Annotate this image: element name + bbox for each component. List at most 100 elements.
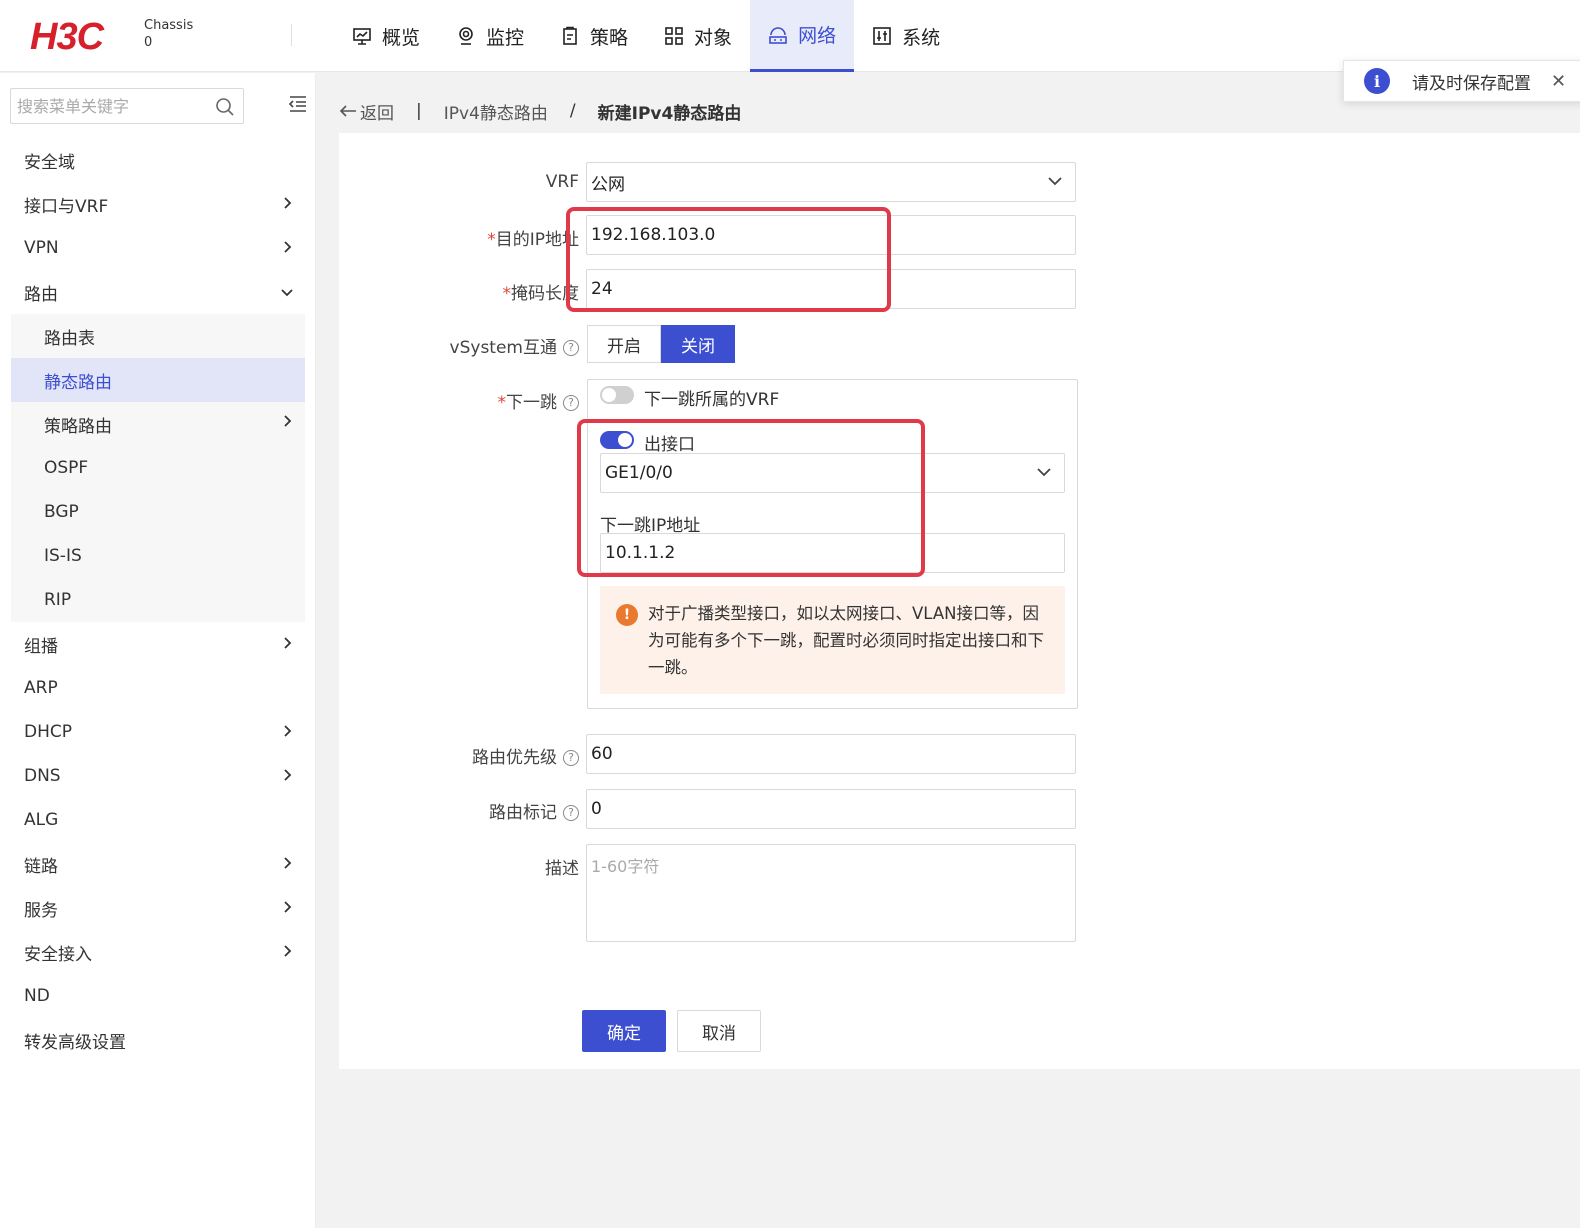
sidebar-item-dhcp[interactable]: DHCP xyxy=(0,710,316,754)
sidebar-item-security-zone[interactable]: 安全域 xyxy=(0,138,316,182)
sidebar-item-routing-table[interactable]: 路由表 xyxy=(11,314,305,358)
sidebar-item-multicast[interactable]: 组播 xyxy=(0,622,316,666)
nexthop-config-box: 下一跳所属的VRF 出接口 GE1/0/0 下一跳IP地址 10.1.1.2 !… xyxy=(587,379,1078,709)
sidebar-item-interface-vrf[interactable]: 接口与VRF xyxy=(0,182,316,226)
menu-search-input[interactable] xyxy=(11,89,206,123)
nexthop-vrf-switch[interactable] xyxy=(600,386,634,404)
sidebar-item-label: VPN xyxy=(24,238,59,258)
route-tag-input[interactable]: 0 xyxy=(586,789,1076,829)
sidebar-item-forwarding-advanced[interactable]: 转发高级设置 xyxy=(0,1018,316,1062)
sidebar: 安全域 接口与VRF VPN 路由 路由表 静态路由 策略路由 OSPF BGP… xyxy=(0,73,316,1228)
priority-label: 路由优先级? xyxy=(339,743,579,768)
mask-value: 24 xyxy=(591,279,613,299)
nav-system-label: 系统 xyxy=(902,26,941,49)
nav-policy[interactable]: 策略 xyxy=(542,0,646,72)
vrf-select-value: 公网 xyxy=(591,174,625,195)
nav-object[interactable]: 对象 xyxy=(646,0,750,72)
chevron-right-icon xyxy=(284,197,292,209)
sidebar-item-dns[interactable]: DNS xyxy=(0,754,316,798)
warning-notice: ! 对于广播类型接口，如以太网接口、VLAN接口等，因为可能有多个下一跳，配置时… xyxy=(600,586,1065,694)
breadcrumb-current: 新建IPv4静态路由 xyxy=(597,103,742,124)
sidebar-item-ospf[interactable]: OSPF xyxy=(11,446,305,490)
sidebar-item-routing[interactable]: 路由 xyxy=(0,270,316,314)
chevron-right-icon xyxy=(284,901,292,913)
vsystem-label-text: vSystem互通 xyxy=(449,338,557,358)
sidebar-item-rip[interactable]: RIP xyxy=(11,578,305,622)
sidebar-item-label: DNS xyxy=(24,766,61,786)
help-icon[interactable]: ? xyxy=(563,750,579,766)
nav-object-label: 对象 xyxy=(694,26,733,49)
required-mark: * xyxy=(502,284,512,304)
nav-monitor[interactable]: 监控 xyxy=(438,0,542,72)
tag-value: 0 xyxy=(591,799,602,819)
dest-ip-value: 192.168.103.0 xyxy=(591,225,716,245)
chassis-label: Chassis xyxy=(144,18,194,33)
out-interface-value: GE1/0/0 xyxy=(605,463,673,483)
out-interface-select[interactable]: GE1/0/0 xyxy=(600,453,1065,493)
sidebar-item-label: ND xyxy=(24,986,50,1006)
sidebar-item-is-is[interactable]: IS-IS xyxy=(11,534,305,578)
sidebar-item-label: 组播 xyxy=(24,636,58,657)
help-icon[interactable]: ? xyxy=(563,805,579,821)
sidebar-item-bgp[interactable]: BGP xyxy=(11,490,305,534)
vsystem-toggle-group: 开启 关闭 xyxy=(587,325,735,363)
sidebar-item-nd[interactable]: ND xyxy=(0,974,316,1018)
dest-ip-label-text: 目的IP地址 xyxy=(495,230,579,250)
nexthop-ip-input[interactable]: 10.1.1.2 xyxy=(600,533,1065,573)
nav-overview[interactable]: 概览 xyxy=(334,0,438,72)
chevron-right-icon xyxy=(284,725,292,737)
collapse-menu-icon[interactable] xyxy=(288,95,308,118)
mask-label-text: 掩码长度 xyxy=(511,284,579,304)
h3c-logo: H3C xyxy=(30,16,104,58)
help-icon[interactable]: ? xyxy=(563,395,579,411)
sidebar-item-vpn[interactable]: VPN xyxy=(0,226,316,270)
sidebar-item-service[interactable]: 服务 xyxy=(0,886,316,930)
sidebar-item-label: RIP xyxy=(44,590,72,610)
vrf-select[interactable]: 公网 xyxy=(586,162,1076,202)
sidebar-item-label: IS-IS xyxy=(44,546,82,566)
priority-label-text: 路由优先级 xyxy=(472,748,557,768)
vsystem-off-button[interactable]: 关闭 xyxy=(661,325,735,363)
mask-length-input[interactable]: 24 xyxy=(586,269,1076,309)
sidebar-item-link[interactable]: 链路 xyxy=(0,842,316,886)
out-interface-switch[interactable] xyxy=(600,431,634,449)
sidebar-item-label: OSPF xyxy=(44,458,89,478)
close-icon[interactable]: ✕ xyxy=(1551,71,1566,92)
grid-icon xyxy=(664,26,684,46)
system-icon xyxy=(872,26,892,46)
nav-system[interactable]: 系统 xyxy=(854,0,958,72)
save-reminder-toast: i 请及时保存配置 ✕ xyxy=(1343,60,1580,102)
sidebar-item-arp[interactable]: ARP xyxy=(0,666,316,710)
priority-input[interactable]: 60 xyxy=(586,734,1076,774)
chevron-right-icon xyxy=(284,241,292,253)
breadcrumb-parent[interactable]: IPv4静态路由 xyxy=(444,99,548,124)
sidebar-menu: 安全域 接口与VRF VPN 路由 路由表 静态路由 策略路由 OSPF BGP… xyxy=(0,138,316,1062)
warning-icon: ! xyxy=(616,604,638,626)
vsystem-on-button[interactable]: 开启 xyxy=(587,325,661,363)
chevron-right-icon xyxy=(284,769,292,781)
help-icon[interactable]: ? xyxy=(563,340,579,356)
description-field xyxy=(586,844,1076,942)
dest-ip-input[interactable]: 192.168.103.0 xyxy=(586,215,1076,255)
ok-button[interactable]: 确定 xyxy=(582,1010,666,1052)
description-textarea[interactable] xyxy=(587,845,1075,941)
mask-label: *掩码长度 xyxy=(339,279,580,304)
nexthop-vrf-switch-label: 下一跳所属的VRF xyxy=(644,390,780,410)
sidebar-item-policy-routing[interactable]: 策略路由 xyxy=(11,402,305,446)
dest-ip-label: *目的IP地址 xyxy=(339,225,579,250)
nexthop-ip-value: 10.1.1.2 xyxy=(605,543,676,563)
sidebar-item-secure-access[interactable]: 安全接入 xyxy=(0,930,316,974)
sidebar-item-static-routing[interactable]: 静态路由 xyxy=(11,358,305,402)
sidebar-item-alg[interactable]: ALG xyxy=(0,798,316,842)
nexthop-label-text: 下一跳 xyxy=(506,393,557,413)
desc-label-text: 描述 xyxy=(545,859,579,879)
nav-network[interactable]: 网络 xyxy=(750,0,855,72)
search-icon[interactable] xyxy=(215,97,235,122)
sidebar-item-label: 策略路由 xyxy=(44,416,112,437)
sidebar-item-label: 安全域 xyxy=(24,152,75,173)
back-link[interactable]: 返回 xyxy=(338,99,394,124)
nav-overview-label: 概览 xyxy=(382,26,421,49)
nav-policy-label: 策略 xyxy=(590,26,629,49)
cancel-button[interactable]: 取消 xyxy=(677,1010,761,1052)
nexthop-label: *下一跳? xyxy=(339,388,579,413)
